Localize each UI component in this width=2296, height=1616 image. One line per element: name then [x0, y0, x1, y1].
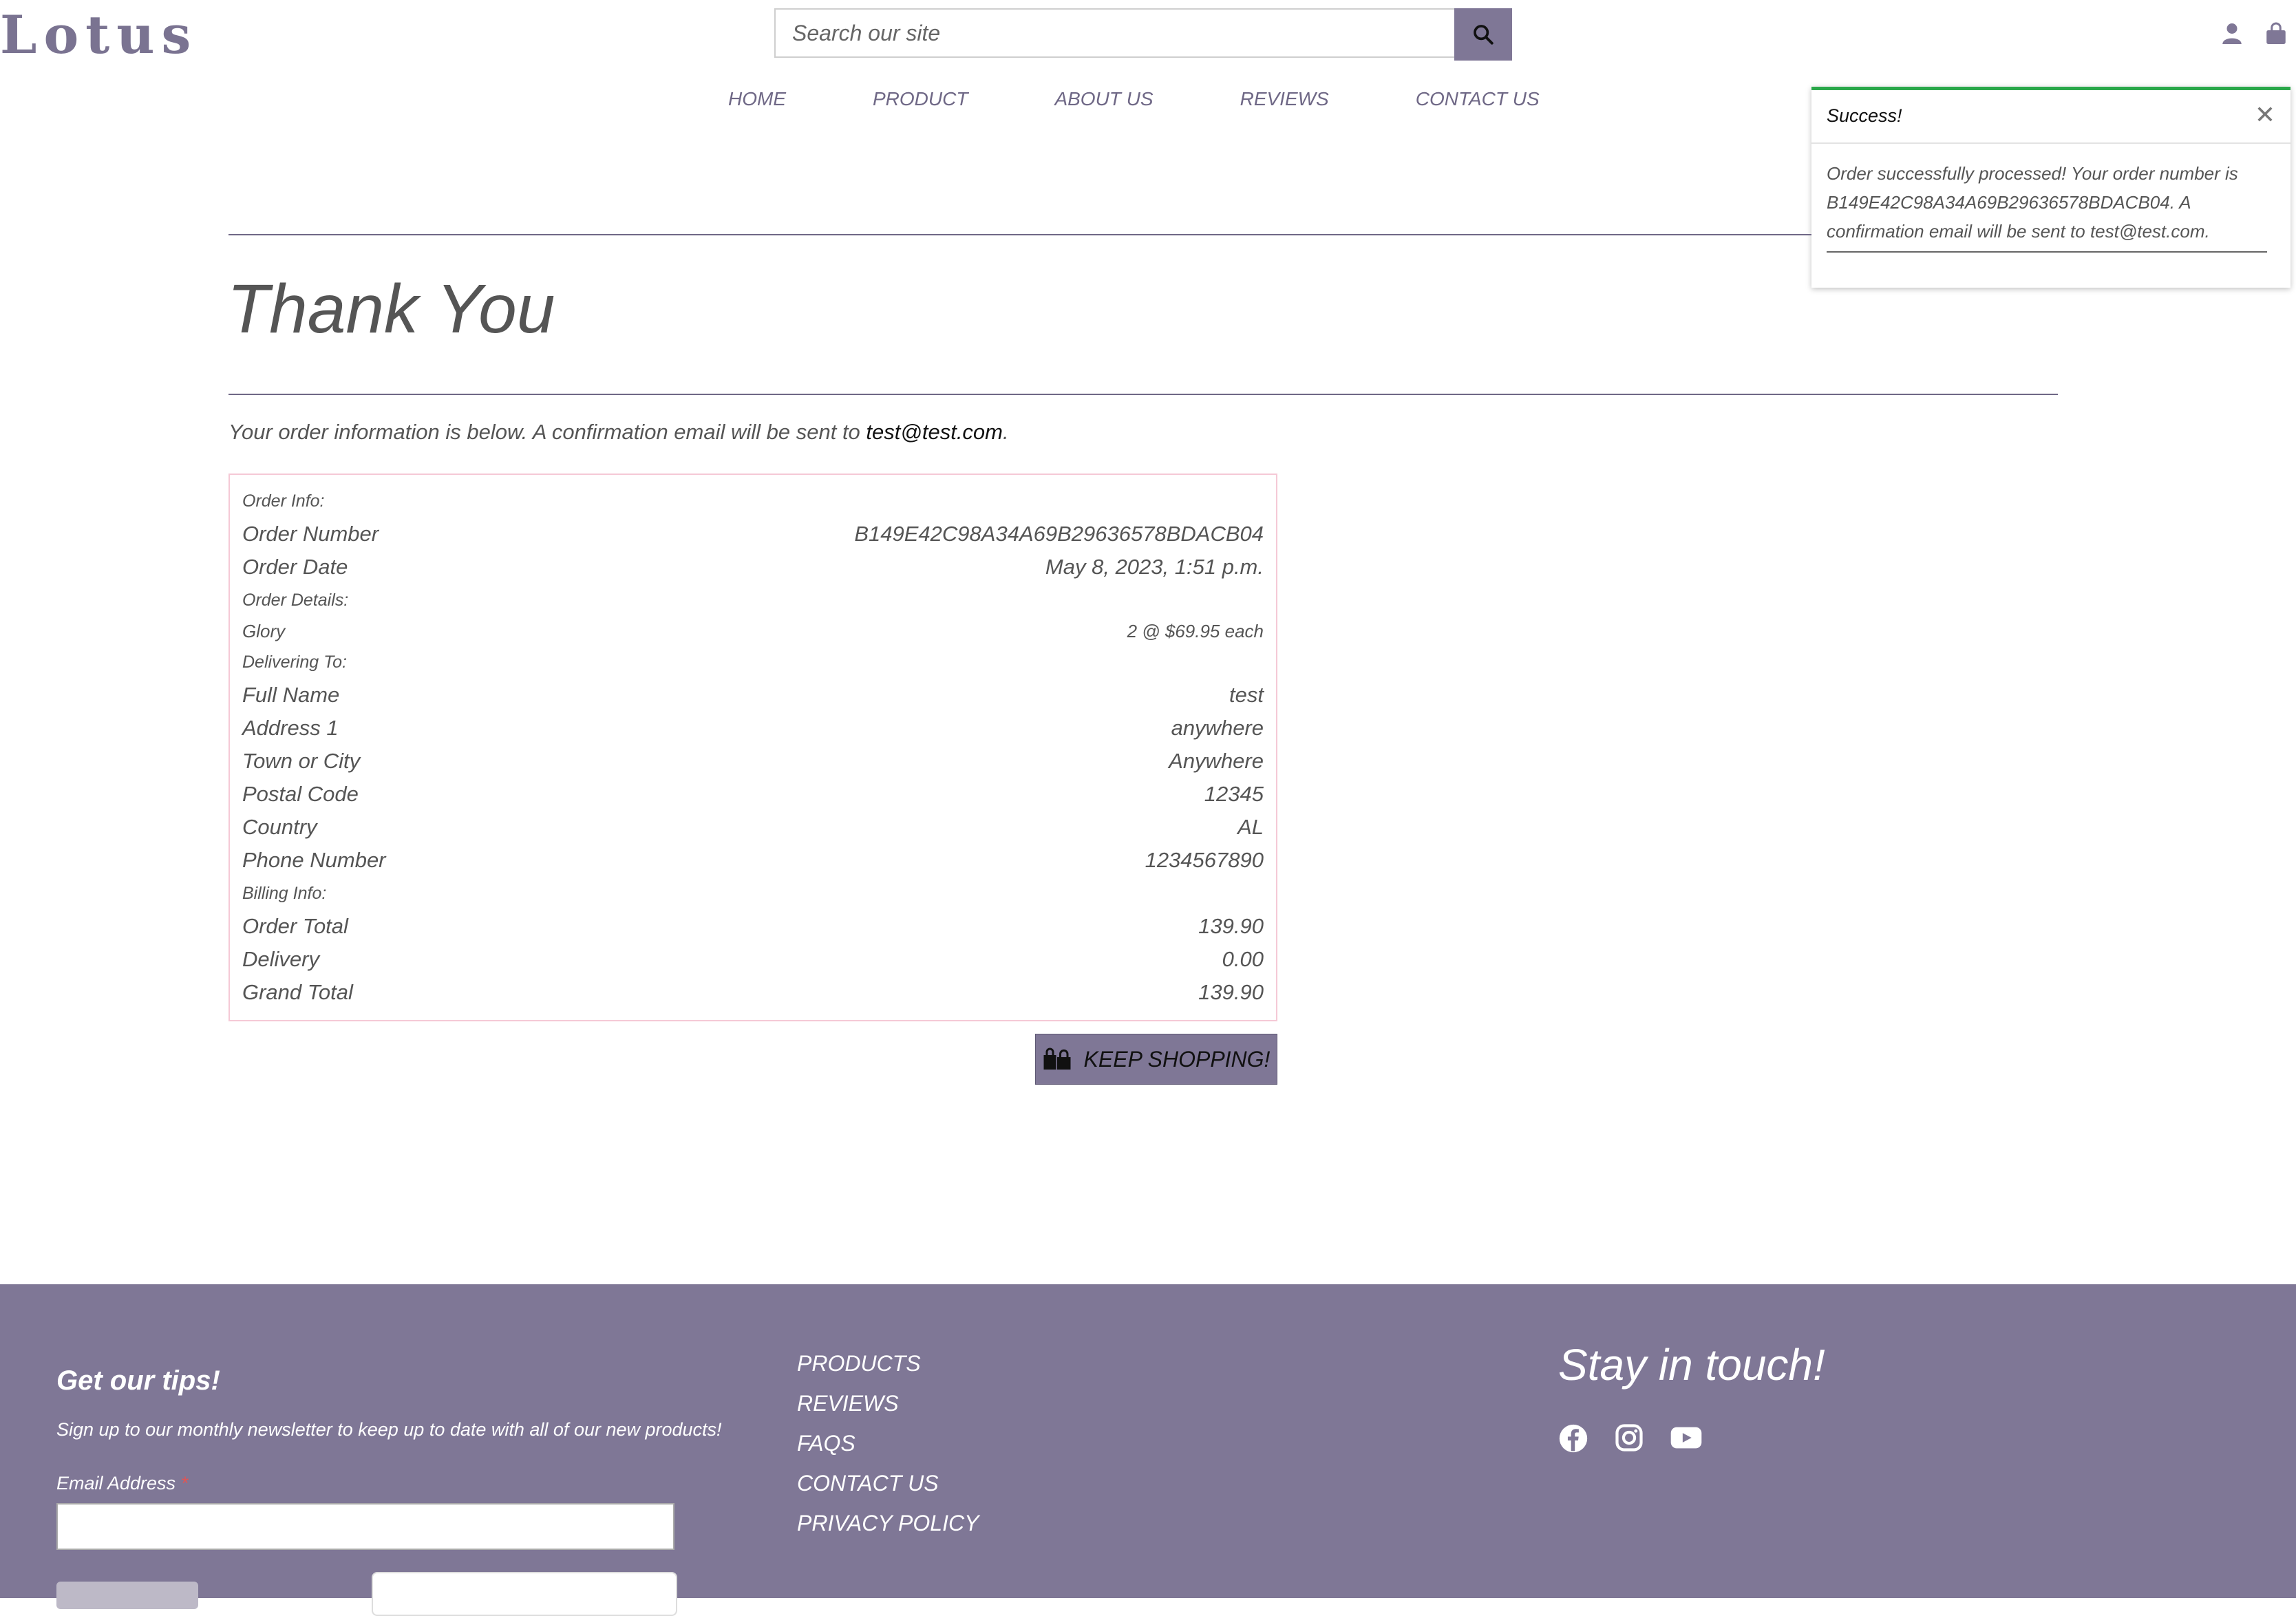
- nav-reviews[interactable]: REVIEWS: [1240, 88, 1329, 110]
- postal-label: Postal Code: [242, 782, 359, 806]
- section-order-info: Order Info:: [242, 491, 1264, 511]
- footer-link-privacy[interactable]: PRIVACY POLICY: [797, 1503, 979, 1543]
- section-order-details: Order Details:: [242, 591, 1264, 610]
- toast-message: Order successfully processed! Your order…: [1827, 159, 2267, 253]
- order-total-value: 139.90: [1198, 914, 1264, 938]
- instagram-icon: [1615, 1424, 1643, 1452]
- newsletter-email-field[interactable]: [56, 1503, 674, 1550]
- town-label: Town or City: [242, 749, 361, 773]
- address1-value: anywhere: [1171, 716, 1264, 740]
- country-label: Country: [242, 815, 317, 839]
- intro-text: Your order information is below. A confi…: [228, 420, 1009, 445]
- header-icons: [2222, 22, 2286, 49]
- newsletter-text: Sign up to our monthly newsletter to kee…: [56, 1419, 722, 1440]
- youtube-icon: [1670, 1427, 1702, 1449]
- full-name-value: test: [1229, 683, 1264, 707]
- order-date-label: Order Date: [242, 555, 348, 579]
- order-number-label: Order Number: [242, 522, 379, 546]
- full-name-row: Full Name test: [242, 683, 1264, 708]
- order-total-row: Order Total 139.90: [242, 914, 1264, 939]
- item-row: Glory 2 @ $69.95 each: [242, 621, 1264, 642]
- subscribe-button[interactable]: [56, 1582, 198, 1609]
- postal-row: Postal Code 12345: [242, 782, 1264, 807]
- order-date-row: Order Date May 8, 2023, 1:51 p.m.: [242, 555, 1264, 580]
- search-button[interactable]: [1454, 8, 1512, 61]
- phone-row: Phone Number 1234567890: [242, 848, 1264, 873]
- footer-link-reviews[interactable]: REVIEWS: [797, 1383, 979, 1423]
- newsletter-title: Get our tips!: [56, 1365, 220, 1396]
- order-number-row: Order Number B149E42C98A34A69B29636578BD…: [242, 522, 1264, 546]
- section-label: Order Details:: [242, 591, 349, 610]
- required-mark: *: [180, 1473, 189, 1493]
- social-links: [1558, 1423, 1703, 1457]
- intro-suffix: .: [1003, 420, 1009, 444]
- address1-row: Address 1 anywhere: [242, 716, 1264, 741]
- close-icon[interactable]: ✕: [2255, 103, 2275, 127]
- site-logo[interactable]: Lotus: [0, 4, 198, 65]
- shopping-icon: [1043, 1048, 1071, 1070]
- youtube-link[interactable]: [1670, 1423, 1703, 1457]
- nav-about-us[interactable]: ABOUT US: [1054, 88, 1153, 110]
- order-summary: Order Info: Order Number B149E42C98A34A6…: [228, 474, 1277, 1021]
- country-value: AL: [1237, 815, 1264, 839]
- full-name-label: Full Name: [242, 683, 340, 707]
- order-total-label: Order Total: [242, 914, 348, 938]
- address1-label: Address 1: [242, 716, 339, 740]
- nav-home[interactable]: HOME: [728, 88, 786, 110]
- main-nav: HOME PRODUCT ABOUT US REVIEWS CONTACT US: [728, 88, 1540, 110]
- item-quantity: 2 @ $69.95 each: [1127, 621, 1264, 641]
- intro-prefix: Your order information is below. A confi…: [228, 420, 867, 444]
- grand-total-value: 139.90: [1198, 980, 1264, 1004]
- footer-links: PRODUCTS REVIEWS FAQS CONTACT US PRIVACY…: [797, 1343, 979, 1543]
- section-label: Delivering To:: [242, 652, 347, 672]
- search-icon: [1474, 25, 1494, 45]
- phone-label: Phone Number: [242, 848, 386, 872]
- intro-email: test@test.com: [866, 420, 1003, 444]
- user-icon: [2222, 23, 2242, 44]
- delivery-label: Delivery: [242, 947, 319, 971]
- grand-total-label: Grand Total: [242, 980, 353, 1004]
- bag-icon: [2266, 22, 2286, 44]
- delivery-row: Delivery 0.00: [242, 947, 1264, 972]
- instagram-link[interactable]: [1615, 1423, 1644, 1457]
- section-billing: Billing Info:: [242, 884, 1264, 904]
- title-divider: [228, 394, 2058, 395]
- keep-shopping-button[interactable]: KEEP SHOPPING!: [1035, 1034, 1277, 1085]
- section-label: Order Info:: [242, 491, 325, 511]
- facebook-link[interactable]: [1558, 1423, 1588, 1457]
- delivery-value: 0.00: [1222, 947, 1264, 971]
- postal-value: 12345: [1204, 782, 1264, 806]
- footer-link-products[interactable]: PRODUCTS: [797, 1343, 979, 1383]
- town-value: Anywhere: [1169, 749, 1264, 773]
- nav-product[interactable]: PRODUCT: [873, 88, 968, 110]
- page-title: Thank You: [227, 270, 555, 348]
- bag-link[interactable]: [2266, 22, 2286, 49]
- search-form: [774, 8, 1512, 61]
- town-row: Town or City Anywhere: [242, 749, 1264, 774]
- stay-in-touch-title: Stay in touch!: [1558, 1340, 1825, 1390]
- top-divider: [228, 234, 1811, 235]
- grand-total-row: Grand Total 139.90: [242, 980, 1264, 1005]
- item-name: Glory: [242, 621, 286, 641]
- footer-link-faqs[interactable]: FAQS: [797, 1423, 979, 1463]
- footer-link-contact[interactable]: CONTACT US: [797, 1463, 979, 1503]
- country-row: Country AL: [242, 815, 1264, 840]
- facebook-icon: [1559, 1424, 1588, 1453]
- toast-title: Success!: [1827, 105, 1902, 126]
- mailchimp-badge[interactable]: [372, 1572, 677, 1616]
- email-label: Email Address *: [56, 1473, 188, 1494]
- nav-contact-us[interactable]: CONTACT US: [1416, 88, 1540, 110]
- section-label: Billing Info:: [242, 884, 327, 903]
- phone-value: 1234567890: [1145, 848, 1264, 872]
- success-toast: Success! ✕ Order successfully processed!…: [1811, 87, 2290, 288]
- order-date-value: May 8, 2023, 1:51 p.m.: [1045, 555, 1264, 579]
- order-number-value: B149E42C98A34A69B29636578BDACB04: [854, 522, 1264, 546]
- account-link[interactable]: [2222, 22, 2242, 49]
- search-input[interactable]: [774, 8, 1454, 58]
- keep-shopping-label: KEEP SHOPPING!: [1083, 1046, 1271, 1072]
- email-label-text: Email Address: [56, 1473, 176, 1493]
- section-delivering: Delivering To:: [242, 652, 1264, 672]
- site-footer: Get our tips! Sign up to our monthly new…: [0, 1284, 2296, 1616]
- toast-divider: [1811, 142, 2290, 144]
